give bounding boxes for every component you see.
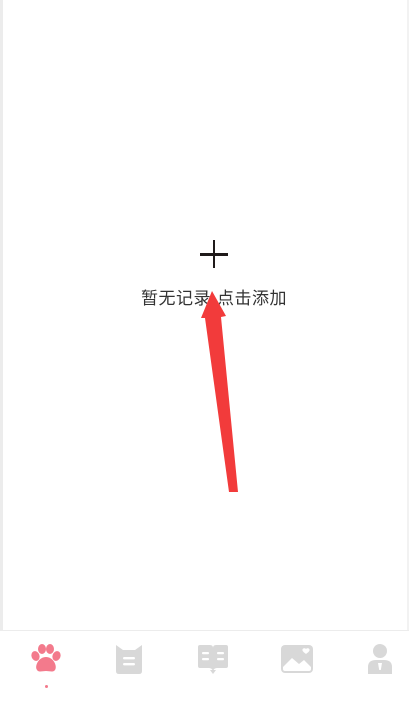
cat-face-icon <box>116 645 142 674</box>
tab-paw[interactable] <box>24 641 68 691</box>
plus-icon[interactable] <box>198 238 230 270</box>
bottom-tab-bar <box>0 630 409 701</box>
main-content: 暂无记录,点击添加 <box>0 0 409 630</box>
tab-cat[interactable] <box>107 641 151 691</box>
tab-book[interactable] <box>191 641 235 691</box>
tab-profile[interactable] <box>358 641 402 691</box>
paw-icon <box>31 644 61 672</box>
user-icon <box>368 644 392 674</box>
active-indicator-dot <box>44 685 48 688</box>
tab-photo[interactable] <box>275 641 319 691</box>
book-icon <box>198 645 228 674</box>
empty-state-text[interactable]: 暂无记录,点击添加 <box>141 284 287 309</box>
photo-icon <box>281 645 313 673</box>
add-record-button[interactable]: 暂无记录,点击添加 <box>136 238 292 318</box>
